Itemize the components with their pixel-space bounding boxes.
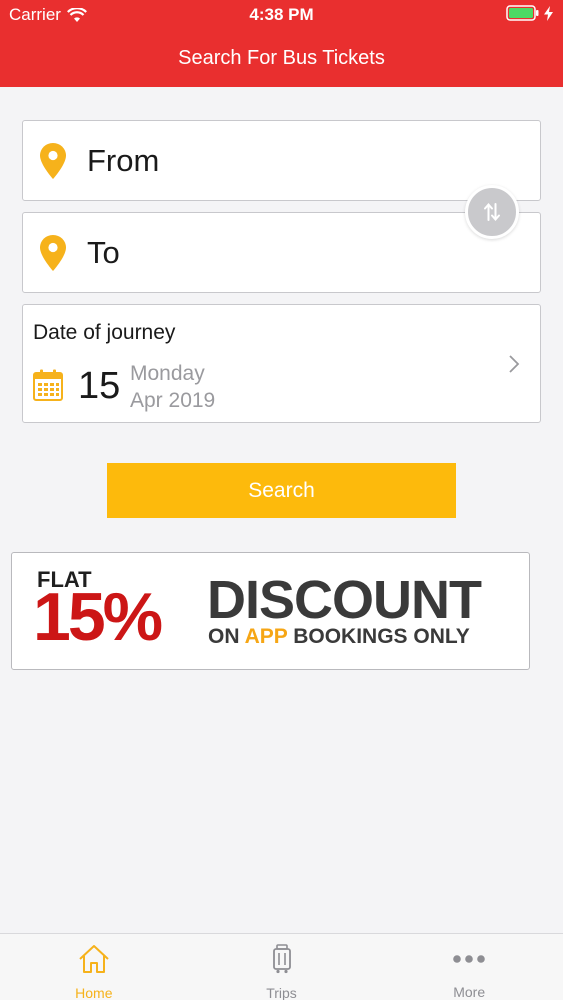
battery-indicator [506, 5, 553, 21]
trips-icon [272, 944, 291, 974]
promo-tagline: ON APP BOOKINGS ONLY [208, 625, 470, 649]
promo-banner[interactable]: FLAT 15% DISCOUNT ON APP BOOKINGS ONLY [11, 552, 530, 670]
swap-arrows-icon [484, 202, 500, 222]
tab-home[interactable]: Home [0, 934, 188, 1000]
promo-tag-app: APP [244, 625, 288, 648]
chevron-right-icon [509, 355, 520, 373]
tab-trips-label: Trips [266, 985, 297, 1000]
promo-tag-rest: BOOKINGS ONLY [287, 625, 470, 648]
from-label: From [87, 142, 160, 178]
tab-more-label: More [453, 984, 486, 1000]
nav-bar: Search For Bus Tickets [0, 30, 563, 87]
journey-day: 15 [78, 365, 121, 407]
more-icon [453, 954, 485, 963]
tab-more[interactable]: More [375, 934, 563, 1000]
tab-trips[interactable]: Trips [188, 934, 376, 1000]
home-icon [79, 945, 109, 973]
status-bar: Carrier 4:38 PM [0, 0, 563, 30]
date-title: Date of journey [33, 321, 176, 344]
tab-home-label: Home [75, 985, 113, 1000]
journey-month-year: Apr 2019 [130, 389, 216, 412]
wifi-icon [66, 7, 87, 22]
to-field[interactable]: To [22, 212, 541, 293]
battery-icon [506, 5, 539, 21]
tab-bar: Home Trips More [0, 933, 563, 1000]
carrier-info: Carrier [9, 5, 87, 25]
to-label: To [87, 234, 120, 270]
journey-weekday: Monday [130, 362, 205, 385]
swap-locations-button[interactable] [465, 185, 519, 239]
calendar-icon [33, 369, 63, 401]
date-of-journey-card[interactable]: Date of journey 15 Monday Apr 2019 [22, 304, 541, 423]
page-title: Search For Bus Tickets [178, 47, 385, 69]
charging-icon [544, 5, 553, 21]
carrier-label: Carrier [9, 5, 61, 24]
promo-discount: DISCOUNT [207, 570, 482, 630]
from-field[interactable]: From [22, 120, 541, 201]
promo-image: FLAT 15% DISCOUNT ON APP BOOKINGS ONLY [21, 557, 523, 665]
location-pin-icon [40, 142, 66, 179]
promo-percent: 15% [33, 579, 163, 655]
search-button[interactable]: Search [107, 463, 456, 518]
location-pin-icon [40, 234, 66, 271]
promo-tag-on: ON [208, 625, 245, 648]
